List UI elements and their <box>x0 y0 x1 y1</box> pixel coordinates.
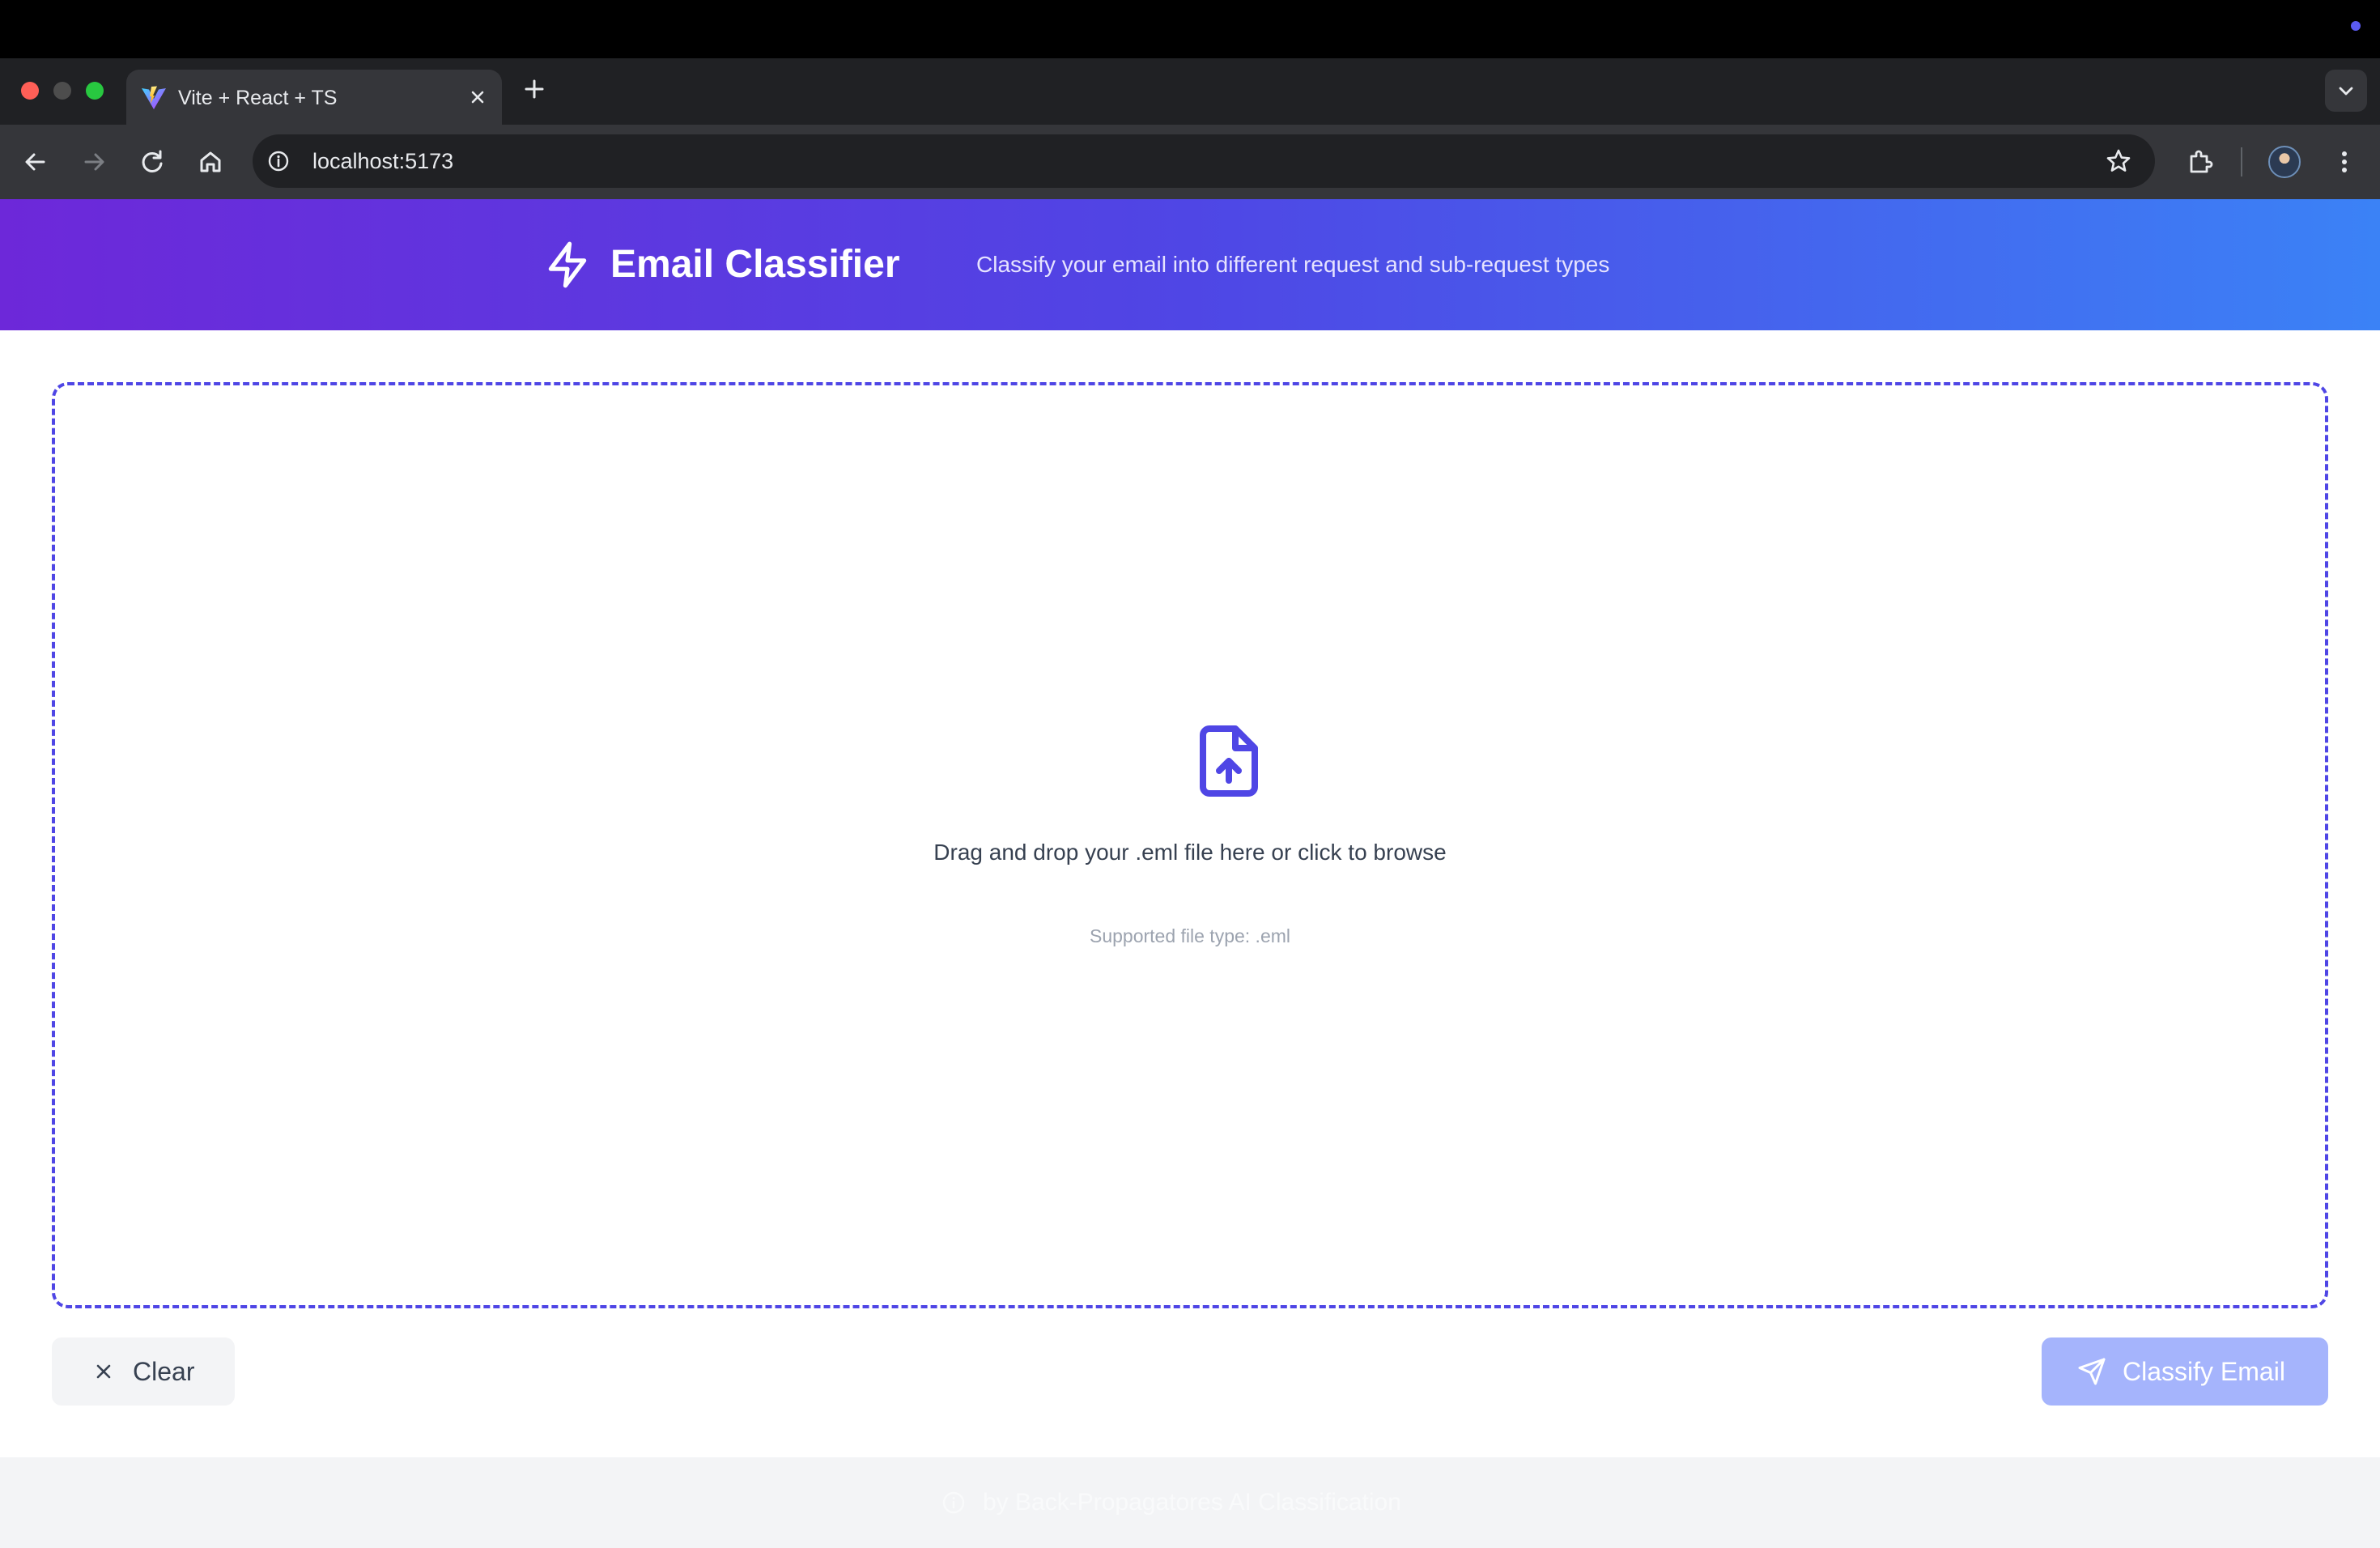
plus-icon[interactable] <box>521 76 547 102</box>
extensions-puzzle-icon[interactable] <box>2184 146 2216 178</box>
classify-email-button-label: Classify Email <box>2123 1357 2285 1386</box>
status-dot <box>2351 21 2361 31</box>
lightning-bolt-icon <box>548 241 587 288</box>
tab-title: Vite + React + TS <box>178 87 338 109</box>
send-icon <box>2078 1358 2106 1385</box>
app-subtitle: Classify your email into different reque… <box>976 252 1610 277</box>
tab-search-button[interactable] <box>2325 70 2367 112</box>
clear-button[interactable]: Clear <box>52 1337 235 1406</box>
browser-tab[interactable]: Vite + React + TS <box>126 70 502 125</box>
chevron-down-icon <box>2339 87 2353 96</box>
app-header: Email Classifier Classify your email int… <box>0 199 2380 330</box>
dropzone-prompt: Drag and drop your .eml file here or cli… <box>933 840 1447 865</box>
home-icon[interactable] <box>194 146 227 178</box>
clear-button-label: Clear <box>133 1357 195 1386</box>
close-icon[interactable] <box>466 86 489 108</box>
url-text: localhost:5173 <box>312 149 454 173</box>
window-zoom-button[interactable] <box>86 82 104 100</box>
address-bar[interactable]: localhost:5173 <box>253 134 2155 188</box>
site-info-icon[interactable] <box>266 148 291 174</box>
app-title: Email Classifier <box>610 243 900 286</box>
footer-text: by Back-Propagatores AI Classification <box>983 1489 1401 1516</box>
close-icon <box>96 1364 111 1379</box>
page-footer: by Back-Propagatores AI Classification <box>0 1457 2380 1548</box>
forward-arrow-icon[interactable] <box>78 146 110 178</box>
back-arrow-icon[interactable] <box>19 146 52 178</box>
vite-logo-icon <box>142 86 166 109</box>
classify-email-button[interactable]: Classify Email <box>2042 1337 2328 1406</box>
file-upload-icon <box>1200 725 1258 797</box>
window-close-button[interactable] <box>21 82 39 100</box>
reload-icon[interactable] <box>136 146 168 178</box>
more-vert-icon[interactable] <box>2328 146 2361 178</box>
toolbar-divider <box>2241 147 2242 176</box>
os-menu-bar <box>0 0 2380 58</box>
browser-toolbar: localhost:5173 <box>0 125 2380 199</box>
tab-strip: Vite + React + TS <box>0 58 2380 125</box>
window-minimize-button[interactable] <box>53 82 71 100</box>
bookmark-star-icon[interactable] <box>2105 147 2132 175</box>
file-dropzone[interactable]: Drag and drop your .eml file here or cli… <box>52 382 2328 1308</box>
info-circle-icon <box>942 1491 965 1514</box>
dropzone-hint: Supported file type: .eml <box>1089 925 1291 946</box>
profile-avatar[interactable] <box>2268 146 2301 178</box>
